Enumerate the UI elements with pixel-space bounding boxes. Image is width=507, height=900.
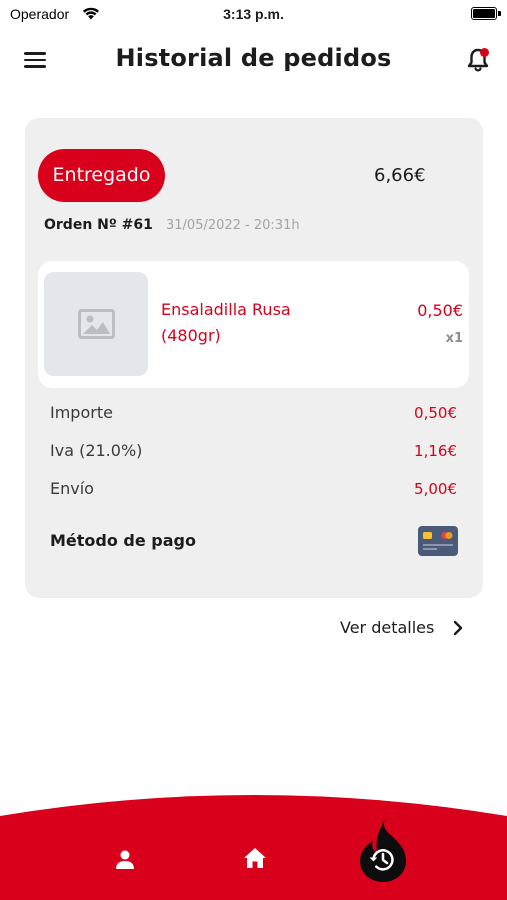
bottom-nav (0, 795, 507, 900)
image-placeholder-icon (78, 309, 115, 339)
notification-badge (480, 48, 489, 57)
payment-method-label: Método de pago (50, 531, 196, 550)
chevron-right-icon[interactable] (452, 620, 464, 636)
tax-label: Iva (21.0%) (50, 441, 143, 460)
subtotal-value: 0,50€ (414, 404, 457, 422)
tax-value: 1,16€ (414, 442, 457, 460)
page-title: Historial de pedidos (115, 44, 392, 72)
history-nav-button[interactable] (359, 819, 407, 883)
credit-card-icon (418, 526, 458, 556)
product-thumbnail (44, 272, 148, 376)
order-date: 31/05/2022 - 20:31h (166, 218, 300, 233)
status-bar: Operador 3:13 p.m. (0, 0, 507, 28)
home-icon[interactable] (242, 846, 268, 870)
shipping-label: Envío (50, 479, 94, 498)
order-total: 6,66€ (374, 165, 426, 186)
shipping-value: 5,00€ (414, 480, 457, 498)
order-number: Orden Nº #61 (44, 217, 153, 233)
order-status-badge: Entregado (38, 149, 165, 202)
battery-icon (471, 7, 497, 20)
subtotal-label: Importe (50, 403, 113, 422)
product-price: 0,50€ (417, 301, 463, 320)
clock: 3:13 p.m. (223, 6, 284, 22)
view-details-link[interactable]: Ver detalles (340, 618, 434, 637)
user-icon[interactable] (113, 848, 137, 872)
battery-cap (498, 11, 501, 16)
product-quantity: x1 (445, 331, 463, 346)
product-name: Ensaladilla Rusa (480gr) (161, 300, 291, 345)
